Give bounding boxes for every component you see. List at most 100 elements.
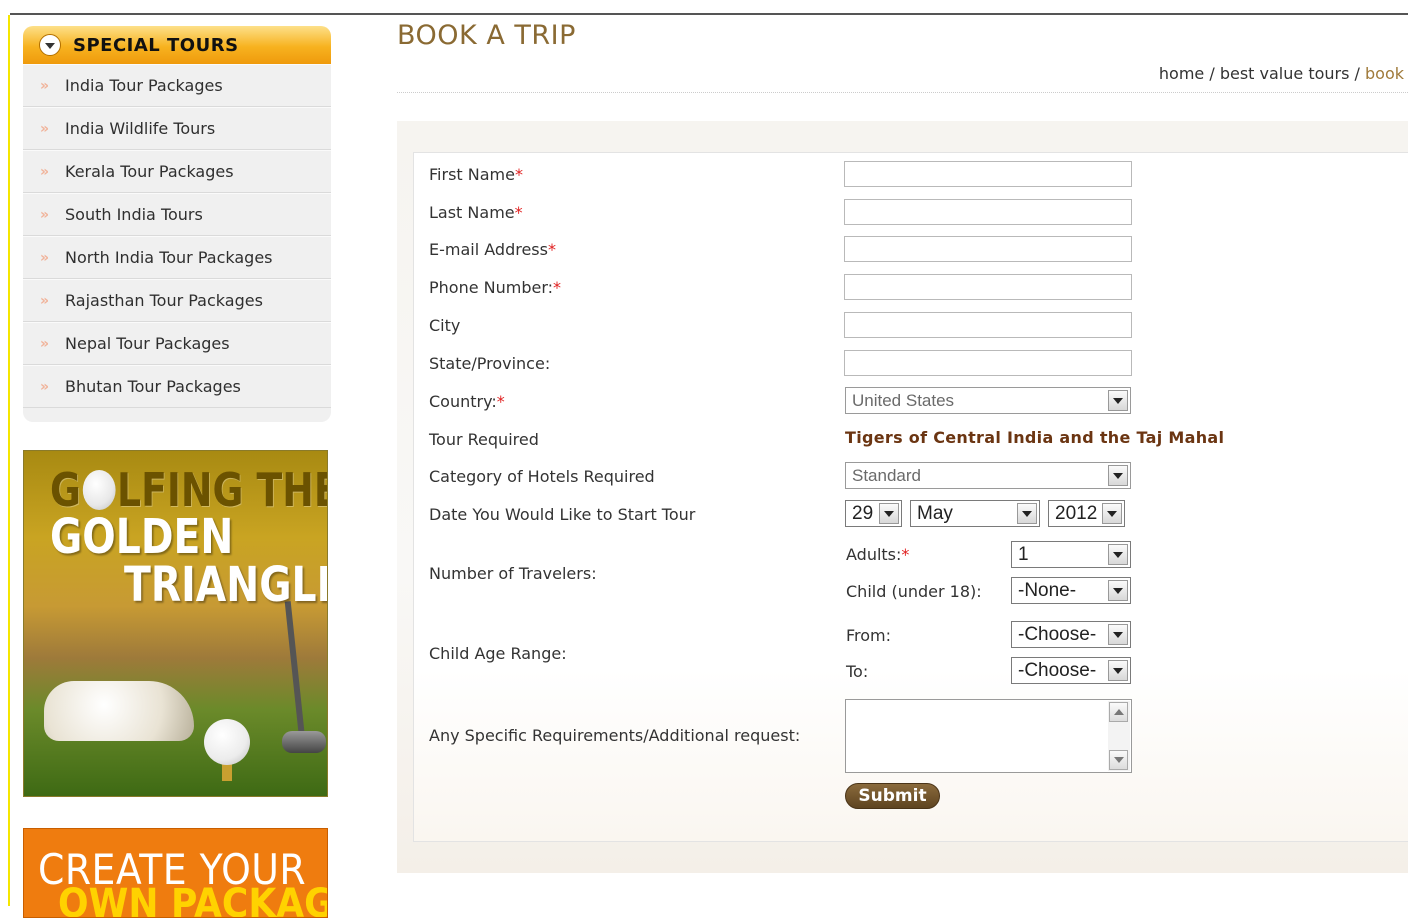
sidebar-item-nepal-tour-packages[interactable]: » Nepal Tour Packages: [23, 322, 331, 365]
last-name-field[interactable]: [844, 199, 1132, 225]
first-name-field[interactable]: [844, 161, 1132, 187]
sidebar-item-bhutan-tour-packages[interactable]: » Bhutan Tour Packages: [23, 365, 331, 408]
adults-select[interactable]: 1: [1011, 541, 1131, 568]
tour-required-value: Tigers of Central India and the Taj Maha…: [845, 428, 1225, 447]
breadcrumb-current: book: [1365, 64, 1404, 83]
child-select[interactable]: -None-: [1011, 577, 1131, 604]
breadcrumb: home / best value tours / book: [1159, 64, 1404, 83]
chevron-down-icon: [1108, 624, 1128, 645]
chevron-down-icon: [879, 503, 899, 524]
special-tours-panel: SPECIAL TOURS » India Tour Packages » Indi…: [23, 26, 331, 422]
chevron-right-icon: »: [40, 335, 50, 352]
adults-label: Adults:*: [846, 545, 910, 564]
breadcrumb-separator: /: [1204, 64, 1220, 83]
chevron-right-icon: »: [40, 249, 50, 266]
child-age-to-label: To:: [846, 662, 869, 681]
sidebar-item-label: North India Tour Packages: [65, 248, 273, 267]
chevron-down-icon: [1102, 503, 1122, 524]
golf-shoe-image: [44, 681, 194, 741]
sidebar-item-label: South India Tours: [65, 205, 203, 224]
last-name-label: Last Name*: [429, 203, 523, 222]
sidebar-item-kerala-tour-packages[interactable]: » Kerala Tour Packages: [23, 150, 331, 193]
create-your-own-package-banner[interactable]: CREATE YOUR OWN PACKAGE: [23, 828, 328, 918]
golf-banner-line1: G LFING THE: [50, 463, 328, 517]
sidebar-item-label: India Wildlife Tours: [65, 119, 216, 138]
golf-banner-line2: GOLDEN: [50, 509, 234, 565]
breadcrumb-home-link[interactable]: home: [1159, 64, 1204, 83]
golf-ball-letter-icon: [82, 470, 116, 510]
top-rule: [10, 13, 1408, 15]
chevron-right-icon: »: [40, 206, 50, 223]
hotel-category-select[interactable]: Standard: [845, 462, 1131, 489]
chevron-down-icon: [1108, 544, 1128, 565]
breadcrumb-section-link[interactable]: best value tours: [1220, 64, 1350, 83]
start-month-select[interactable]: May: [910, 500, 1040, 527]
create-banner-line2: OWN PACKAGE: [58, 881, 327, 918]
child-age-range-label: Child Age Range:: [429, 644, 567, 663]
sidebar-item-label: India Tour Packages: [65, 76, 223, 95]
scroll-down-icon[interactable]: [1109, 750, 1128, 770]
sidebar-item-india-tour-packages[interactable]: » India Tour Packages: [23, 64, 331, 107]
sidebar-item-south-india-tours[interactable]: » South India Tours: [23, 193, 331, 236]
requests-label: Any Specific Requirements/Additional req…: [429, 726, 801, 745]
textarea-scrollbar[interactable]: [1108, 701, 1130, 771]
required-mark: *: [496, 392, 505, 411]
special-tours-title: SPECIAL TOURS: [73, 34, 239, 56]
hotel-category-label: Category of Hotels Required: [429, 467, 655, 486]
child-age-to-select[interactable]: -Choose-: [1011, 657, 1131, 684]
chevron-down-icon: [1017, 503, 1037, 524]
phone-field[interactable]: [844, 274, 1132, 300]
child-label: Child (under 18):: [846, 582, 982, 601]
golf-ball-image: [204, 719, 250, 765]
sidebar-item-india-wildlife-tours[interactable]: » India Wildlife Tours: [23, 107, 331, 150]
required-mark: *: [547, 240, 556, 259]
tour-required-label: Tour Required: [429, 430, 539, 449]
special-tours-list: » India Tour Packages » India Wildlife Tou…: [23, 64, 331, 422]
required-mark: *: [553, 278, 562, 297]
chevron-down-icon: [1108, 580, 1128, 601]
city-label: City: [429, 316, 461, 335]
page-title: BOOK A TRIP: [397, 20, 576, 51]
sidebar-item-label: Kerala Tour Packages: [65, 162, 234, 181]
chevron-right-icon: »: [40, 378, 50, 395]
submit-button[interactable]: Submit: [845, 783, 940, 809]
chevron-right-icon: »: [40, 120, 50, 137]
golf-banner-line3: TRIANGLE: [124, 557, 328, 613]
golf-club-head-image: [282, 731, 326, 753]
required-mark: *: [514, 203, 523, 222]
golfing-golden-triangle-banner[interactable]: G LFING THE GOLDEN TRIANGLE: [23, 450, 328, 797]
chevron-right-icon: »: [40, 163, 50, 180]
email-field[interactable]: [844, 236, 1132, 262]
requests-textarea[interactable]: [845, 699, 1132, 773]
email-label: E-mail Address*: [429, 240, 556, 259]
golf-club-image: [284, 601, 306, 741]
chevron-right-icon: »: [40, 77, 50, 94]
collapse-toggle-icon[interactable]: [39, 34, 61, 56]
start-year-select[interactable]: 2012: [1048, 500, 1125, 527]
city-field[interactable]: [844, 312, 1132, 338]
country-label: Country:*: [429, 392, 505, 411]
country-select[interactable]: United States: [845, 387, 1131, 414]
sidebar-item-label: Bhutan Tour Packages: [65, 377, 241, 396]
first-name-label: First Name*: [429, 165, 523, 184]
chevron-down-icon: [1108, 390, 1128, 411]
required-mark: *: [901, 545, 910, 564]
sidebar-item-north-india-tour-packages[interactable]: » North India Tour Packages: [23, 236, 331, 279]
title-divider: [397, 92, 1408, 93]
chevron-down-icon: [1108, 660, 1128, 681]
special-tours-header[interactable]: SPECIAL TOURS: [23, 26, 331, 64]
child-age-from-label: From:: [846, 626, 892, 645]
start-date-label: Date You Would Like to Start Tour: [429, 505, 696, 524]
phone-label: Phone Number:*: [429, 278, 562, 297]
left-accent-rule: [8, 15, 10, 906]
state-label: State/Province:: [429, 354, 551, 373]
scroll-up-icon[interactable]: [1109, 702, 1128, 722]
travelers-label: Number of Travelers:: [429, 564, 597, 583]
chevron-right-icon: »: [40, 292, 50, 309]
sidebar-item-rajasthan-tour-packages[interactable]: » Rajasthan Tour Packages: [23, 279, 331, 322]
required-mark: *: [514, 165, 523, 184]
start-day-select[interactable]: 29: [845, 500, 902, 527]
child-age-from-select[interactable]: -Choose-: [1011, 621, 1131, 648]
sidebar-item-label: Rajasthan Tour Packages: [65, 291, 263, 310]
state-field[interactable]: [844, 350, 1132, 376]
